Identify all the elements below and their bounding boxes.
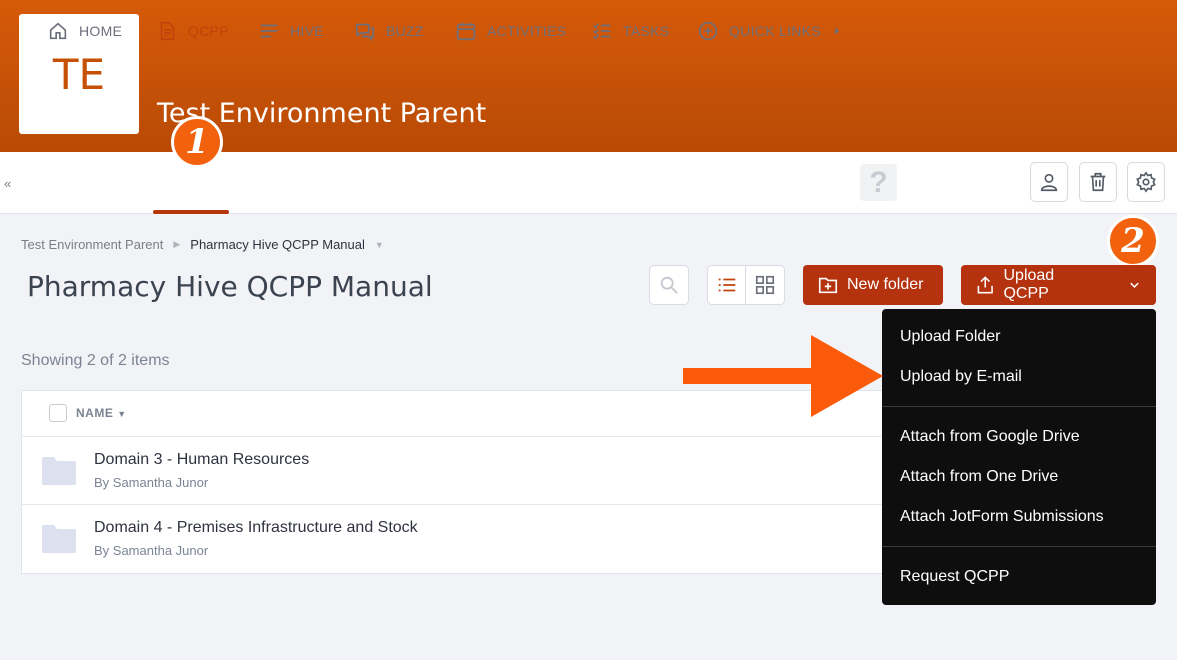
active-tab-indicator	[153, 210, 229, 214]
grid-icon	[755, 275, 775, 295]
row-title[interactable]: Domain 3 - Human Resources	[94, 451, 309, 469]
caret-right-icon	[835, 27, 839, 35]
nav-qcpp[interactable]: QCPP	[156, 0, 229, 62]
search-button[interactable]	[649, 265, 689, 305]
settings-button[interactable]	[1127, 162, 1165, 202]
menu-item-request-qcpp[interactable]: Request QCPP	[882, 557, 1156, 597]
folder-icon	[42, 457, 76, 485]
select-all-checkbox[interactable]	[49, 404, 67, 422]
nav-hive[interactable]: HIVE	[258, 0, 324, 62]
list-view-button[interactable]	[707, 265, 746, 305]
gear-icon	[1136, 171, 1156, 193]
menu-divider	[882, 406, 1156, 407]
menu-item-jotform[interactable]: Attach JotForm Submissions	[882, 497, 1156, 537]
nav-home[interactable]: HOME	[47, 0, 122, 62]
help-button[interactable]: ?	[860, 164, 897, 201]
nav-tasks[interactable]: TASKS	[591, 0, 669, 62]
collapse-nav-icon[interactable]: «	[4, 176, 11, 191]
menu-item-google-drive[interactable]: Attach from Google Drive	[882, 417, 1156, 457]
step-badge-1: 1	[171, 116, 223, 168]
grid-view-button[interactable]	[745, 265, 785, 305]
trash-button[interactable]	[1079, 162, 1117, 202]
chevron-down-icon[interactable]	[1127, 277, 1142, 293]
row-title[interactable]: Domain 4 - Premises Infrastructure and S…	[94, 519, 418, 537]
calendar-icon	[456, 22, 476, 41]
user-icon	[1040, 173, 1058, 192]
menu-item-upload-by-email[interactable]: Upload by E-mail	[882, 357, 1156, 397]
breadcrumb: Test Environment Parent ▶ Pharmacy Hive …	[21, 237, 384, 252]
breadcrumb-separator-icon: ▶	[173, 239, 181, 249]
annotation-arrow-icon	[683, 335, 883, 417]
breadcrumb-dropdown-icon[interactable]: ▼	[375, 240, 384, 250]
nav-buzz[interactable]: BUZZ	[354, 0, 424, 62]
column-name-header[interactable]: NAME ▼	[76, 406, 127, 420]
upload-dropdown-menu: Upload Folder Upload by E-mail Attach fr…	[882, 309, 1156, 605]
table-row[interactable]: Domain 4 - Premises Infrastructure and S…	[22, 505, 900, 573]
menu-item-upload-folder[interactable]: Upload Folder	[882, 317, 1156, 357]
trash-icon	[1090, 172, 1106, 192]
breadcrumb-parent[interactable]: Test Environment Parent	[21, 237, 163, 252]
search-icon	[660, 276, 678, 294]
row-author: By Samantha Junor	[94, 543, 209, 558]
items-table: NAME ▼ Domain 3 - Human Resources By Sam…	[21, 390, 901, 574]
folder-plus-icon	[818, 277, 838, 294]
checklist-icon	[593, 23, 611, 40]
upload-icon	[977, 276, 993, 294]
nav-activities[interactable]: ACTIVITIES	[455, 0, 566, 62]
upload-qcpp-button[interactable]: Upload QCPP	[961, 265, 1156, 305]
plus-circle-icon	[698, 21, 718, 41]
nav-quick-links[interactable]: QUICK LINKS	[697, 0, 843, 62]
breadcrumb-current: Pharmacy Hive QCPP Manual	[190, 237, 365, 252]
chat-icon	[355, 23, 375, 42]
folder-icon	[42, 525, 76, 553]
step-badge-2: 2	[1107, 215, 1159, 267]
menu-divider	[882, 546, 1156, 547]
home-icon	[49, 22, 67, 40]
list-icon	[718, 278, 735, 292]
page-title: Pharmacy Hive QCPP Manual	[27, 270, 433, 303]
row-author: By Samantha Junor	[94, 475, 209, 490]
items-count: Showing 2 of 2 items	[21, 352, 170, 369]
nav-bar	[0, 152, 1177, 214]
table-row[interactable]: Domain 3 - Human Resources By Samantha J…	[22, 437, 900, 505]
document-icon	[160, 21, 175, 41]
profile-button[interactable]	[1030, 162, 1068, 202]
new-folder-button[interactable]: New folder	[803, 265, 943, 305]
lines-icon	[260, 24, 278, 38]
menu-item-one-drive[interactable]: Attach from One Drive	[882, 457, 1156, 497]
